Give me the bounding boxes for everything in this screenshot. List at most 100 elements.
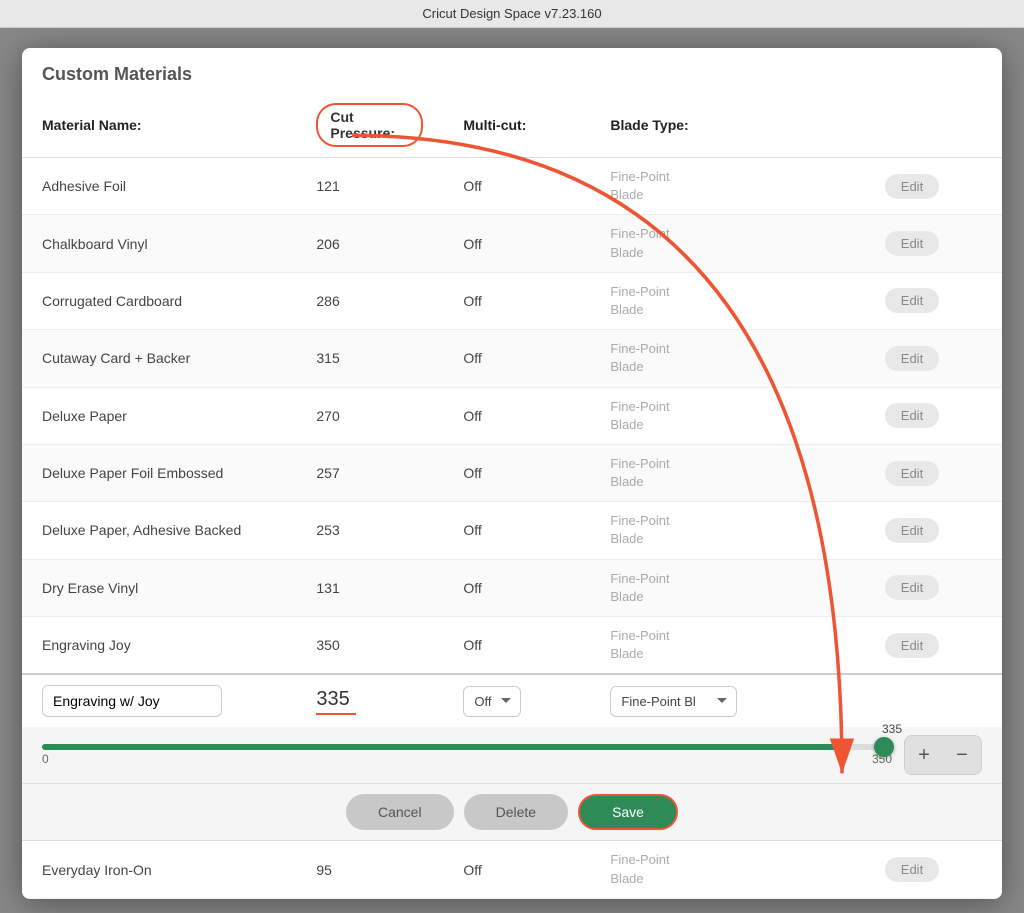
row-action: Edit (865, 444, 1002, 501)
slider-min-label: 0 (42, 752, 49, 766)
row-action: Edit (865, 559, 1002, 616)
slider-fill (42, 744, 850, 750)
cancel-button[interactable]: Cancel (346, 794, 454, 830)
blade-type: Fine-PointBlade (590, 272, 864, 329)
slider-above-label: 335 (882, 722, 902, 736)
cut-pressure: 95 (296, 841, 443, 898)
multicut-value: Off (443, 215, 590, 272)
material-name: Deluxe Paper Foil Embossed (22, 444, 296, 501)
cut-pressure-highlight: Cut Pressure: (316, 103, 423, 147)
multicut-value: Off (443, 502, 590, 559)
multicut-value: Off (443, 617, 590, 675)
cut-pressure: 315 (296, 330, 443, 387)
cut-pressure: 206 (296, 215, 443, 272)
cut-pressure: 286 (296, 272, 443, 329)
multicut-value: Off (443, 158, 590, 215)
slider-wrapper: 335 0 350 + − (42, 735, 982, 775)
table-row: Deluxe Paper, Adhesive Backed253OffFine-… (22, 502, 1002, 559)
row-action: Edit (865, 158, 1002, 215)
multicut-value: Off (443, 330, 590, 387)
material-name: Everyday Iron-On (22, 841, 296, 898)
col-header-pressure: Cut Pressure: (296, 93, 443, 158)
edit-multicut-cell: Off2x3x (443, 674, 590, 727)
edit-button[interactable]: Edit (885, 174, 939, 199)
action-buttons: Cancel Delete Save (42, 794, 982, 830)
table-row: Corrugated Cardboard286OffFine-PointBlad… (22, 272, 1002, 329)
blade-type: Fine-PointBlade (590, 330, 864, 387)
table-row: Chalkboard Vinyl206OffFine-PointBlade Edi… (22, 215, 1002, 272)
app-title: Cricut Design Space v7.23.160 (422, 6, 601, 21)
edit-button[interactable]: Edit (885, 575, 939, 600)
edit-button[interactable]: Edit (885, 633, 939, 658)
material-name: Engraving Joy (22, 617, 296, 675)
modal-header: Custom Materials (22, 48, 1002, 93)
edit-button[interactable]: Edit (885, 461, 939, 486)
table-row: Deluxe Paper Foil Embossed257OffFine-Poi… (22, 444, 1002, 501)
multicut-value: Off (443, 387, 590, 444)
edit-button[interactable]: Edit (885, 346, 939, 371)
col-header-multicut: Multi-cut: (443, 93, 590, 158)
table-row: Dry Erase Vinyl131OffFine-PointBladeEdit (22, 559, 1002, 616)
table-row: Deluxe Paper270OffFine-PointBladeEdit (22, 387, 1002, 444)
material-name: Dry Erase Vinyl (22, 559, 296, 616)
cut-pressure: 257 (296, 444, 443, 501)
delete-button[interactable]: Delete (464, 794, 568, 830)
edit-blade-cell: Fine-Point BlDeep Point BlBonded Fab Bl (590, 674, 864, 727)
blade-type: Fine-PointBlade (590, 559, 864, 616)
row-action: Edit (865, 215, 1002, 272)
blade-type-select[interactable]: Fine-Point BlDeep Point BlBonded Fab Bl (610, 686, 737, 717)
editing-material-row: 335 Off2x3x Fine-Point BlDeep Point BlBond… (22, 674, 1002, 727)
row-action: Edit (865, 387, 1002, 444)
slider-container[interactable]: 335 0 350 (42, 744, 892, 766)
header-text: Custom Materials (42, 64, 192, 84)
action-buttons-row: Cancel Delete Save (22, 784, 1002, 841)
blade-type: Fine-PointBlade (590, 158, 864, 215)
col-header-name: Material Name: (22, 93, 296, 158)
table-row: Cutaway Card + Backer315OffFine-PointBla… (22, 330, 1002, 387)
multicut-value: Off (443, 272, 590, 329)
modal: Custom Materials Material Name: Cut Pres… (22, 48, 1002, 899)
multicut-value: Off (443, 559, 590, 616)
blade-type: Fine-PointBlade (590, 215, 864, 272)
edit-action-cell (865, 674, 1002, 727)
material-name: Chalkboard Vinyl (22, 215, 296, 272)
pressure-value: 335 (316, 688, 423, 711)
slider-labels: 0 350 (42, 752, 892, 766)
table-row: Adhesive Foil121OffFine-PointBlade Edit (22, 158, 1002, 215)
edit-pressure-cell: 335 (296, 674, 443, 727)
material-name: Deluxe Paper (22, 387, 296, 444)
blade-type: Fine-PointBlade (590, 387, 864, 444)
cut-pressure: 121 (296, 158, 443, 215)
slider-row: 335 0 350 + − (22, 727, 1002, 784)
table-row: Engraving Joy350OffFine-PointBlade Edit (22, 617, 1002, 675)
edit-name-cell (22, 674, 296, 727)
edit-button[interactable]: Edit (885, 518, 939, 543)
material-name: Deluxe Paper, Adhesive Backed (22, 502, 296, 559)
multicut-select[interactable]: Off2x3x (463, 686, 521, 717)
edit-button[interactable]: Edit (885, 288, 939, 313)
slider-cell: 335 0 350 + − (22, 727, 1002, 784)
row-action: Edit (865, 330, 1002, 387)
multicut-value: Off (443, 444, 590, 501)
material-name: Adhesive Foil (22, 158, 296, 215)
edit-button[interactable]: Edit (885, 231, 939, 256)
plus-button[interactable]: + (905, 736, 943, 774)
cut-pressure: 253 (296, 502, 443, 559)
slider-track (42, 744, 892, 750)
table-row: Everyday Iron-On95OffFine-PointBladeEdit (22, 841, 1002, 898)
cut-pressure: 350 (296, 617, 443, 675)
minus-button[interactable]: − (943, 736, 981, 774)
pressure-underline (316, 713, 356, 715)
material-name: Cutaway Card + Backer (22, 330, 296, 387)
save-button[interactable]: Save (578, 794, 678, 830)
row-action: Edit (865, 617, 1002, 675)
row-action: Edit (865, 841, 1002, 898)
edit-button[interactable]: Edit (885, 857, 939, 882)
row-action: Edit (865, 272, 1002, 329)
edit-button[interactable]: Edit (885, 403, 939, 428)
row-action: Edit (865, 502, 1002, 559)
material-name-input[interactable] (42, 685, 222, 717)
blade-type: Fine-PointBlade (590, 444, 864, 501)
blade-type: Fine-PointBlade (590, 617, 864, 675)
material-name: Corrugated Cardboard (22, 272, 296, 329)
